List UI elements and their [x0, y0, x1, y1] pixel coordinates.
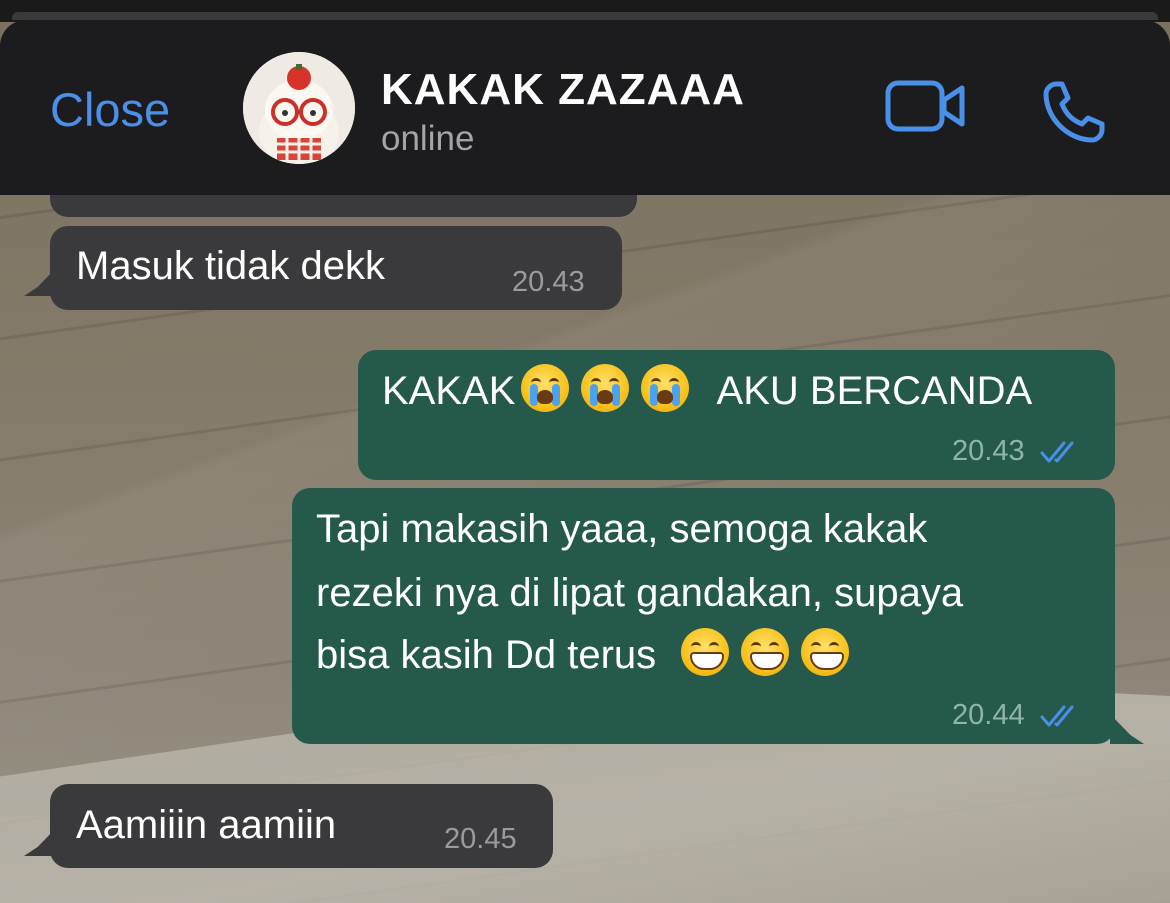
- status-strip: [0, 0, 1170, 22]
- loudly-crying-face-icon: [521, 364, 570, 412]
- grinning-face-icon: [681, 628, 730, 676]
- message-time-text: 20.43: [952, 435, 1025, 467]
- message-time: 20.43: [952, 434, 1079, 468]
- message-line: rezeki nya di lipat gandakan, supaya: [316, 571, 964, 615]
- message-time: 20.45: [444, 823, 517, 855]
- message-bubble-incoming[interactable]: Masuk tidak dekk 20.43: [50, 226, 622, 310]
- contact-name[interactable]: KAKAK ZAZAAA: [381, 64, 745, 116]
- message-bubble-outgoing[interactable]: KAKAK AKU BERCANDA 20.43: [358, 350, 1115, 480]
- avatar-image: [243, 52, 355, 164]
- message-time-text: 20.44: [952, 699, 1025, 731]
- close-button[interactable]: Close: [50, 82, 170, 138]
- voice-call-button[interactable]: [1040, 78, 1108, 146]
- loudly-crying-face-icon: [581, 364, 630, 412]
- message-bubble-outgoing[interactable]: Tapi makasih yaaa, semoga kakak rezeki n…: [292, 488, 1115, 744]
- message-text: Masuk tidak dekk: [76, 244, 386, 288]
- avatar[interactable]: [243, 52, 355, 164]
- message-time: 20.43: [512, 266, 585, 298]
- chat-header: Close KAKAK ZAZAAA online: [0, 20, 1170, 195]
- message-text-end: AKU BERCANDA: [716, 369, 1033, 413]
- double-check-icon: [1040, 705, 1074, 727]
- grinning-face-icon: [801, 628, 850, 676]
- sheet-edge: [12, 12, 1158, 20]
- message-line: bisa kasih Dd terus: [316, 624, 855, 686]
- loudly-crying-face-icon: [641, 364, 690, 412]
- contact-status: online: [381, 119, 475, 158]
- video-call-button[interactable]: [884, 78, 968, 136]
- message-text: Aamiiin aamiin: [76, 803, 337, 847]
- phone-icon: [1043, 81, 1105, 143]
- message-bubble-incoming[interactable]: Aamiiin aamiin 20.45: [50, 784, 553, 868]
- video-camera-icon: [885, 80, 965, 132]
- message-time: 20.44: [952, 698, 1079, 732]
- message-line: Tapi makasih yaaa, semoga kakak: [316, 507, 928, 551]
- double-check-icon: [1040, 441, 1074, 463]
- message-text-start: KAKAK: [382, 369, 516, 413]
- message-text: KAKAK AKU BERCANDA: [382, 360, 1032, 422]
- message-line-text: bisa kasih Dd terus: [316, 633, 657, 677]
- grinning-face-icon: [741, 628, 790, 676]
